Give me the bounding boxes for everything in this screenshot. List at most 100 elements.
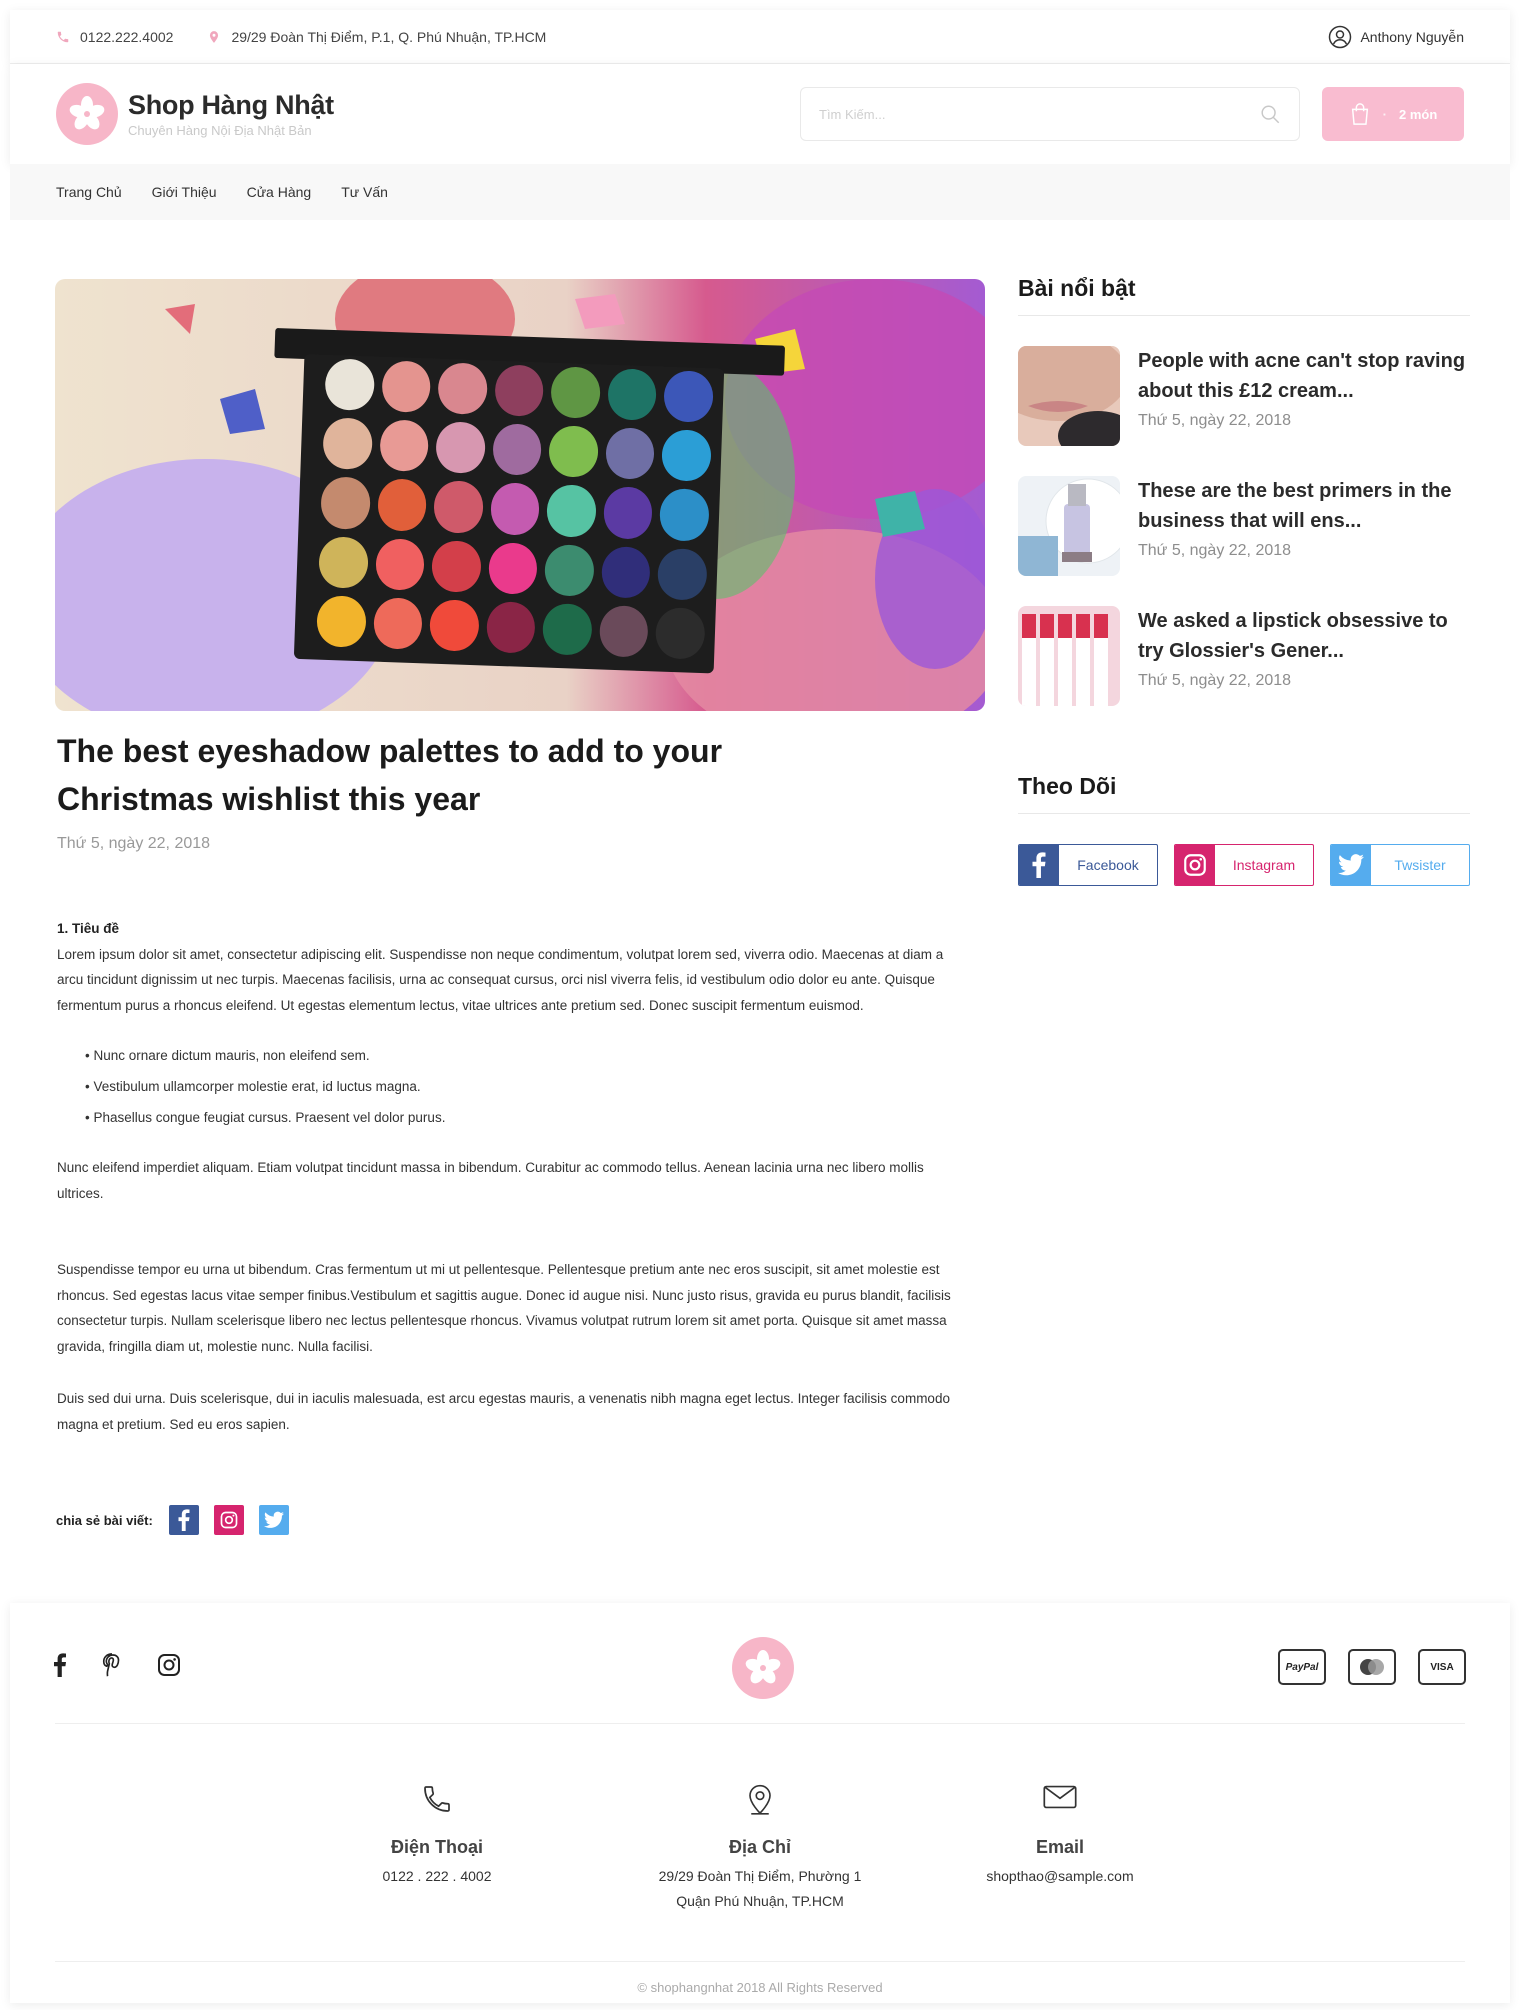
search-icon[interactable] [1259,103,1281,125]
copyright: © shophangnhat 2018 All Rights Reserved [637,1980,883,1995]
facebook-icon [54,1653,66,1677]
search-input[interactable] [819,106,1259,122]
topbar-phone[interactable]: 0122.222.4002 [56,29,173,45]
post-date: Thứ 5, ngày 22, 2018 [1138,412,1292,429]
twitter-icon [1338,854,1364,876]
share-facebook-button[interactable] [168,1505,199,1535]
article-paragraph-4: Duis sed dui urna. Duis scelerisque, dui… [57,1391,950,1432]
brand: Shop Hàng Nhật Chuyên Hàng Nội Địa Nhật … [128,90,334,138]
article-bullet-list: Nunc ornare dictum mauris, non eleifend … [85,1040,967,1133]
post-thumbnail[interactable] [1018,606,1120,706]
article-hero-image [55,279,985,711]
follow-twitter-label: Twsister [1394,857,1446,873]
topbar-address-text: 29/29 Đoàn Thị Điểm, P.1, Q. Phú Nhuận, … [231,28,547,45]
nav-item-store[interactable]: Cửa Hàng [247,184,312,200]
share-twitter-button[interactable] [258,1505,289,1535]
footer-address-title: Địa Chỉ [728,1837,791,1857]
brand-name[interactable]: Shop Hàng Nhật [128,90,334,121]
user-name: Anthony Nguyễn [1360,28,1464,45]
topbar-address: 29/29 Đoàn Thị Điểm, P.1, Q. Phú Nhuận, … [207,29,546,45]
list-item: Nunc ornare dictum mauris, non eleifend … [85,1040,967,1071]
post-title[interactable]: People with acne can't stop raving about… [1138,346,1478,406]
nav-item-home[interactable]: Trang Chủ [56,184,122,200]
instagram-icon [220,1511,238,1529]
share-bar: chia sẻ bài viết: [56,1505,304,1535]
follow-facebook-button[interactable]: Facebook [1018,844,1158,886]
user-account[interactable]: Anthony Nguyễn [1328,25,1464,49]
footer-social [53,1653,215,1677]
article-paragraph-2: Nunc eleifend imperdiet aliquam. Etiam v… [57,1160,924,1201]
search-box [800,87,1300,141]
article-title: The best eyeshadow palettes to add to yo… [57,733,723,817]
footer-instagram-link[interactable] [157,1653,181,1677]
list-item: Vestibulum ullamcorper molestie erat, id… [85,1071,967,1102]
article-paragraph-3: Suspendisse tempor eu urna ut bibendum. … [57,1262,951,1354]
post-thumbnail[interactable] [1018,476,1120,576]
footer-email-value[interactable]: shopthao@sample.com [930,1864,1190,1889]
article-date: Thứ 5, ngày 22, 2018 [57,835,211,852]
cart-count: 2 món [1399,106,1438,122]
footer-phone-value[interactable]: 0122 . 222 . 4002 [307,1864,567,1889]
site-footer: PayPal VISA Điện Thoại 0122 . 222 . 4002… [10,1603,1510,2003]
brand-tagline: Chuyên Hàng Nội Địa Nhật Bản [128,123,312,138]
share-instagram-button[interactable] [213,1505,244,1535]
footer-contact-phone: Điện Thoại 0122 . 222 . 4002 [307,1783,567,1889]
divider [1018,813,1470,814]
phone-icon [57,31,69,42]
instagram-icon [1184,854,1206,876]
footer-pinterest-link[interactable] [101,1653,123,1677]
site-header: Shop Hàng Nhật Chuyên Hàng Nội Địa Nhật … [10,64,1510,164]
footer-address-line1: 29/29 Đoàn Thị Điểm, Phường 1 [658,1868,862,1884]
facebook-icon [1032,852,1046,878]
featured-post[interactable]: These are the best primers in the busine… [1018,476,1478,576]
mail-icon [1043,1785,1077,1809]
top-bar: 0122.222.4002 29/29 Đoàn Thị Điểm, P.1, … [10,10,1510,64]
post-date: Thứ 5, ngày 22, 2018 [1138,542,1292,559]
footer-logo[interactable] [732,1637,794,1699]
follow-instagram-label: Instagram [1232,857,1296,873]
mastercard-icon [1360,1659,1384,1675]
follow-heading: Theo Dõi [1018,773,1117,799]
footer-address-line2: Quận Phú Nhuận, TP.HCM [676,1893,844,1909]
follow-instagram-button[interactable]: Instagram [1174,844,1314,886]
footer-contact-email: Email shopthao@sample.com [930,1783,1190,1889]
location-icon [749,1784,771,1815]
divider [55,1723,1465,1724]
share-label: chia sẻ bài viết: [56,1512,153,1528]
sakura-icon [745,1650,781,1684]
post-title[interactable]: We asked a lipstick obsessive to try Glo… [1138,606,1478,666]
article-paragraph-1: Lorem ipsum dolor sit amet, consectetur … [57,946,944,1013]
divider [55,1961,1465,1962]
featured-heading: Bài nổi bật [1018,275,1136,301]
footer-facebook-link[interactable] [53,1653,67,1677]
post-date: Thứ 5, ngày 22, 2018 [1138,672,1292,689]
facebook-icon [178,1509,190,1531]
post-title[interactable]: These are the best primers in the busine… [1138,476,1478,536]
site-logo[interactable] [56,83,118,145]
pinterest-icon [102,1653,120,1677]
cart-button[interactable]: · 2 món [1322,87,1464,141]
footer-email-title: Email [1035,1837,1085,1857]
user-icon [1329,25,1352,48]
featured-post[interactable]: We asked a lipstick obsessive to try Glo… [1018,606,1478,706]
location-icon [210,30,219,43]
mastercard-badge [1348,1649,1396,1685]
featured-post[interactable]: People with acne can't stop raving about… [1018,346,1478,446]
sakura-icon [69,96,105,130]
footer-phone-title: Điện Thoại [390,1837,483,1857]
paypal-badge: PayPal [1278,1649,1326,1685]
divider [1018,315,1470,316]
visa-badge: VISA [1418,1649,1466,1685]
follow-facebook-label: Facebook [1077,857,1139,873]
topbar-phone-text: 0122.222.4002 [80,28,174,45]
article-body: 1. Tiêu đề Lorem ipsum dolor sit amet, c… [57,916,967,1437]
list-item: Phasellus congue feugiat cursus. Praesen… [85,1102,967,1133]
footer-contact-address: Địa Chỉ 29/29 Đoàn Thị Điểm, Phường 1 Qu… [630,1783,890,1914]
follow-twitter-button[interactable]: Twsister [1330,844,1470,886]
main-nav: Trang Chủ Giới Thiệu Cửa Hàng Tư Vấn [10,164,1510,220]
phone-icon [424,1786,450,1812]
post-thumbnail[interactable] [1018,346,1120,446]
instagram-icon [158,1654,180,1676]
nav-item-advice[interactable]: Tư Vấn [341,184,388,200]
nav-item-about[interactable]: Giới Thiệu [152,184,217,200]
